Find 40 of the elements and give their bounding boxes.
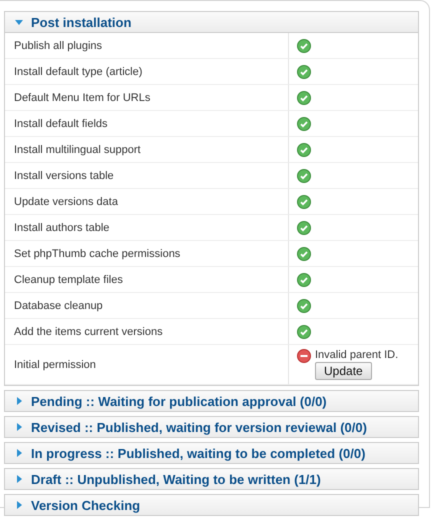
section-header[interactable]: Version Checking [5, 495, 418, 515]
error-icon [297, 349, 311, 363]
task-cell: Install multilingual support [5, 137, 288, 163]
task-cell: Initial permission [5, 345, 288, 385]
check-icon [297, 116, 311, 130]
task-cell: Database cleanup [5, 293, 288, 319]
task-cell: Install authors table [5, 215, 288, 241]
update-button[interactable]: Update [315, 362, 372, 380]
check-icon [297, 298, 311, 312]
task-cell: Cleanup template files [5, 267, 288, 293]
check-icon [297, 194, 311, 208]
caret-right-icon [15, 397, 23, 405]
task-cell: Update versions data [5, 189, 288, 215]
caret-right-icon [15, 449, 23, 457]
check-icon [297, 272, 311, 286]
check-icon [297, 168, 311, 182]
check-icon [297, 220, 311, 234]
error-message: Invalid parent ID. [315, 349, 398, 361]
section-header[interactable]: Post installation [5, 12, 418, 32]
task-cell: Install default fields [5, 111, 288, 137]
check-icon [297, 142, 311, 156]
task-cell: Set phpThumb cache permissions [5, 241, 288, 267]
check-icon [297, 64, 311, 78]
check-icon [297, 38, 311, 52]
task-cell: Default Menu Item for URLs [5, 85, 288, 111]
task-cell: Install versions table [5, 163, 288, 189]
task-cell: Publish all plugins [5, 33, 288, 59]
task-cell: Add the items current versions [5, 319, 288, 345]
caret-right-icon [15, 475, 23, 483]
caret-right-icon [15, 423, 23, 431]
section-header[interactable]: Draft :: Unpublished, Waiting to be written (1/1) [5, 469, 418, 489]
section-header[interactable]: Revised :: Published, waiting for version reviewal (0/0) [5, 417, 418, 437]
check-icon [297, 90, 311, 104]
check-icon [297, 324, 311, 338]
task-cell: Install default type (article) [5, 59, 288, 85]
section-header[interactable]: In progress :: Published, waiting to be completed (0/0) [5, 443, 418, 463]
check-icon [297, 246, 311, 260]
caret-right-icon [15, 501, 23, 509]
caret-down-icon [15, 18, 23, 26]
section-header[interactable]: Pending :: Waiting for publication approval (0/0) [5, 391, 418, 411]
